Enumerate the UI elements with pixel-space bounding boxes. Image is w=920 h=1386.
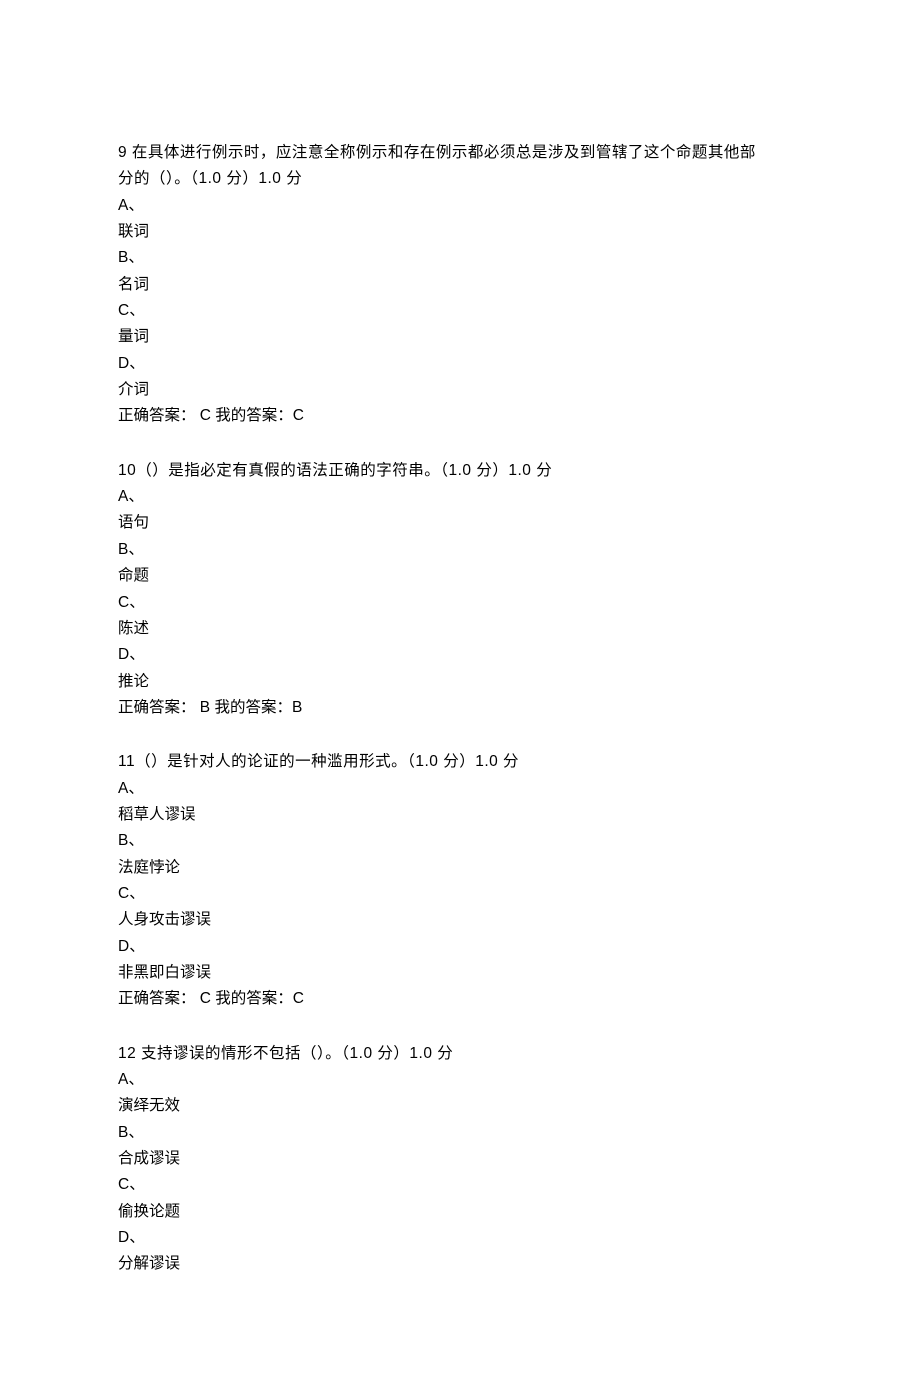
question-stem-line1: 10（）是指必定有真假的语法正确的字符串。（1.0 分）1.0 分 [118, 458, 802, 484]
option-c-label: C、 [118, 1172, 802, 1198]
option-a-label: A、 [118, 776, 802, 802]
option-b-label: B、 [118, 537, 802, 563]
option-c-text: 偷换论题 [118, 1199, 802, 1225]
option-a-label: A、 [118, 484, 802, 510]
option-b-label: B、 [118, 828, 802, 854]
option-d-label: D、 [118, 934, 802, 960]
option-d-label: D、 [118, 642, 802, 668]
option-c-text: 量词 [118, 324, 802, 350]
answer-line: 正确答案： B 我的答案：B [118, 695, 802, 721]
option-d-label: D、 [118, 351, 802, 377]
option-b-text: 名词 [118, 272, 802, 298]
option-b-text: 合成谬误 [118, 1146, 802, 1172]
option-a-label: A、 [118, 193, 802, 219]
option-c-text: 陈述 [118, 616, 802, 642]
option-b-text: 法庭悖论 [118, 855, 802, 881]
question-stem-line2: 分的（）。（1.0 分）1.0 分 [118, 166, 802, 192]
answer-line: 正确答案： C 我的答案：C [118, 986, 802, 1012]
option-c-text: 人身攻击谬误 [118, 907, 802, 933]
option-b-label: B、 [118, 1120, 802, 1146]
answer-line: 正确答案： C 我的答案：C [118, 403, 802, 429]
option-a-text: 联词 [118, 219, 802, 245]
option-c-label: C、 [118, 590, 802, 616]
question-stem-line1: 11（）是针对人的论证的一种滥用形式。（1.0 分）1.0 分 [118, 749, 802, 775]
option-d-label: D、 [118, 1225, 802, 1251]
question-stem-line1: 12 支持谬误的情形不包括（）。（1.0 分）1.0 分 [118, 1041, 802, 1067]
option-c-label: C、 [118, 298, 802, 324]
option-a-text: 演绎无效 [118, 1093, 802, 1119]
option-a-label: A、 [118, 1067, 802, 1093]
option-b-label: B、 [118, 245, 802, 271]
option-a-text: 语句 [118, 510, 802, 536]
option-d-text: 非黑即白谬误 [118, 960, 802, 986]
question-10: 10（）是指必定有真假的语法正确的字符串。（1.0 分）1.0 分 A、 语句 … [118, 458, 802, 721]
question-9: 9 在具体进行例示时，应注意全称例示和存在例示都必须总是涉及到管辖了这个命题其他… [118, 140, 802, 430]
option-d-text: 推论 [118, 669, 802, 695]
question-11: 11（）是针对人的论证的一种滥用形式。（1.0 分）1.0 分 A、 稻草人谬误… [118, 749, 802, 1012]
question-12: 12 支持谬误的情形不包括（）。（1.0 分）1.0 分 A、 演绎无效 B、 … [118, 1041, 802, 1278]
option-b-text: 命题 [118, 563, 802, 589]
option-d-text: 介词 [118, 377, 802, 403]
question-stem-line1: 9 在具体进行例示时，应注意全称例示和存在例示都必须总是涉及到管辖了这个命题其他… [118, 140, 802, 166]
option-a-text: 稻草人谬误 [118, 802, 802, 828]
option-d-text: 分解谬误 [118, 1251, 802, 1277]
option-c-label: C、 [118, 881, 802, 907]
